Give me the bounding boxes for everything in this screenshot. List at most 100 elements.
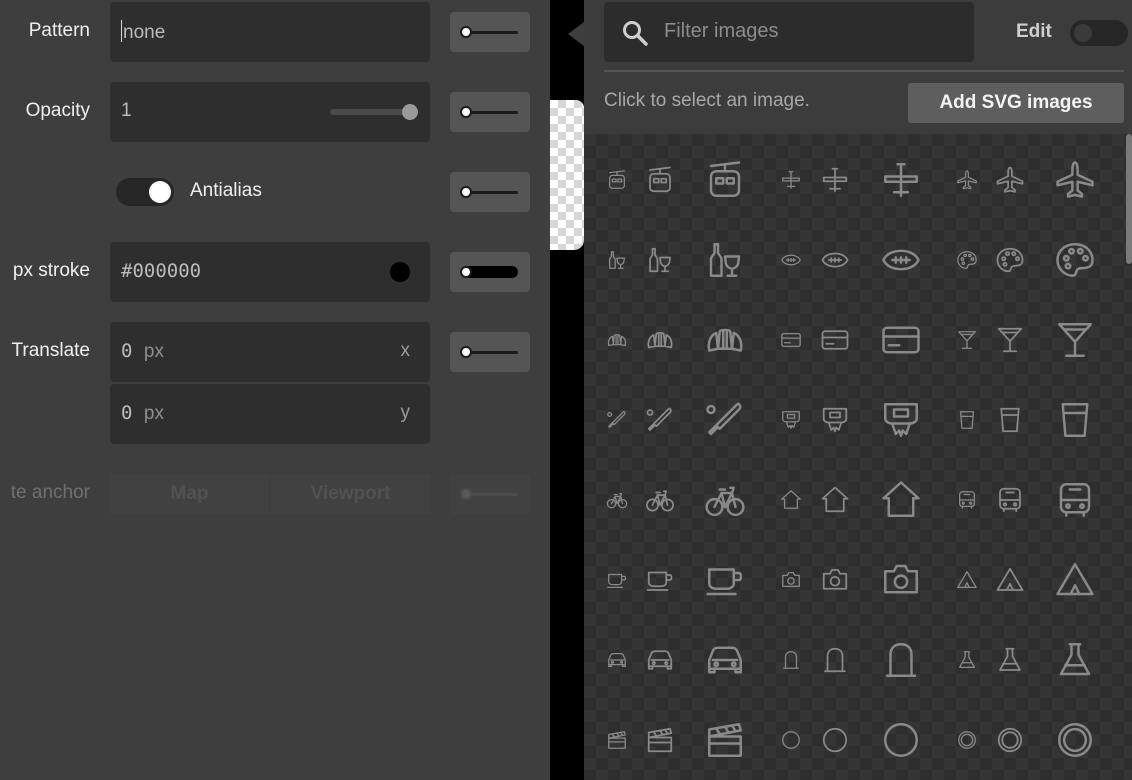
opacity-slider-thumb[interactable] [402, 104, 418, 120]
cafe-icon[interactable] [606, 569, 628, 591]
aerialway-icon[interactable] [645, 165, 675, 195]
pattern-input[interactable]: none [110, 2, 430, 62]
opacity-slider[interactable] [330, 104, 418, 120]
circle-icon[interactable] [880, 719, 922, 761]
pattern-function-toggle[interactable] [450, 12, 530, 52]
beer-icon[interactable] [1054, 399, 1096, 441]
basketball-icon[interactable] [820, 405, 850, 435]
building-icon[interactable] [780, 489, 802, 511]
american-football-icon[interactable] [880, 239, 922, 281]
basketball-icon[interactable] [780, 409, 802, 431]
airport-icon[interactable] [1054, 159, 1096, 201]
bakery-icon[interactable] [704, 319, 746, 361]
cemetery-icon[interactable] [780, 649, 802, 671]
airfield-icon[interactable] [820, 165, 850, 195]
airfield-icon[interactable] [880, 159, 922, 201]
chemist-icon[interactable] [995, 645, 1025, 675]
edit-toggle[interactable] [1070, 20, 1128, 46]
bank-icon[interactable] [880, 319, 922, 361]
bicycle-icon[interactable] [645, 485, 675, 515]
anchor-map-button[interactable]: Map [110, 474, 269, 514]
cafe-icon[interactable] [645, 565, 675, 595]
art-gallery-icon[interactable] [995, 245, 1025, 275]
chemist-icon[interactable] [956, 649, 978, 671]
airport-icon[interactable] [995, 165, 1025, 195]
bar-icon[interactable] [995, 325, 1025, 355]
stroke-function-toggle[interactable] [450, 252, 530, 292]
art-gallery-icon[interactable] [956, 249, 978, 271]
aerialway-icon[interactable] [606, 169, 628, 191]
cinema-icon[interactable] [606, 729, 628, 751]
car-icon[interactable] [645, 645, 675, 675]
antialias-toggle[interactable] [116, 178, 174, 206]
stroke-color-value: #000000 [121, 260, 202, 282]
antialias-function-toggle[interactable] [450, 172, 530, 212]
campsite-icon[interactable] [1054, 559, 1096, 601]
beer-icon[interactable] [995, 405, 1025, 435]
bank-icon[interactable] [820, 325, 850, 355]
chemist-icon[interactable] [1054, 639, 1096, 681]
edit-toggle-knob [1074, 24, 1092, 42]
bar-icon[interactable] [1054, 319, 1096, 361]
translate-function-toggle[interactable] [450, 332, 530, 372]
campsite-icon[interactable] [956, 569, 978, 591]
bar-icon[interactable] [956, 329, 978, 351]
bus-icon[interactable] [956, 489, 978, 511]
circle-stroked-icon[interactable] [995, 725, 1025, 755]
stroke-color-input[interactable]: #000000 [110, 242, 430, 302]
basketball-icon[interactable] [880, 399, 922, 441]
opacity-input[interactable]: 1 [110, 82, 430, 142]
campsite-icon[interactable] [995, 565, 1025, 595]
baseball-icon[interactable] [606, 409, 628, 431]
airfield-icon[interactable] [780, 169, 802, 191]
camera-icon[interactable] [780, 569, 802, 591]
aerialway-icon[interactable] [704, 159, 746, 201]
baseball-icon[interactable] [645, 405, 675, 435]
building-icon[interactable] [880, 479, 922, 521]
bicycle-icon[interactable] [704, 479, 746, 521]
bus-icon[interactable] [995, 485, 1025, 515]
airport-icon[interactable] [956, 169, 978, 191]
bakery-icon[interactable] [645, 325, 675, 355]
camera-icon[interactable] [820, 565, 850, 595]
opacity-function-toggle[interactable] [450, 92, 530, 132]
beer-icon[interactable] [956, 409, 978, 431]
filter-images-input[interactable]: Filter images [604, 2, 974, 62]
anchor-function-toggle[interactable] [450, 474, 530, 514]
bakery-icon[interactable] [606, 329, 628, 351]
circle-icon[interactable] [820, 725, 850, 755]
cemetery-icon[interactable] [820, 645, 850, 675]
cinema-icon[interactable] [645, 725, 675, 755]
car-icon[interactable] [704, 639, 746, 681]
antialias-toggle-knob [149, 181, 171, 203]
circle-stroked-icon[interactable] [1054, 719, 1096, 761]
american-football-icon[interactable] [820, 245, 850, 275]
alcohol-shop-icon[interactable] [704, 239, 746, 281]
anchor-viewport-button[interactable]: Viewport [271, 474, 430, 514]
building-icon[interactable] [820, 485, 850, 515]
cafe-icon[interactable] [704, 559, 746, 601]
color-swatch[interactable] [390, 262, 410, 282]
translate-x-input[interactable]: 0 px x [110, 322, 430, 382]
translate-y-input[interactable]: 0 px y [110, 384, 430, 444]
american-football-icon[interactable] [780, 249, 802, 271]
circle-icon[interactable] [780, 729, 802, 751]
camera-icon[interactable] [880, 559, 922, 601]
pattern-value: none [123, 22, 166, 43]
cinema-icon[interactable] [704, 719, 746, 761]
car-icon[interactable] [606, 649, 628, 671]
bank-icon[interactable] [780, 329, 802, 351]
art-gallery-icon[interactable] [1054, 239, 1096, 281]
opacity-toggle-knob [460, 106, 472, 118]
stroke-toggle-knob [460, 266, 472, 278]
alcohol-shop-icon[interactable] [645, 245, 675, 275]
alcohol-shop-icon[interactable] [606, 249, 628, 271]
baseball-icon[interactable] [704, 399, 746, 441]
bicycle-icon[interactable] [606, 489, 628, 511]
cemetery-icon[interactable] [880, 639, 922, 681]
icon-grid [584, 134, 1132, 780]
scrollbar-thumb[interactable] [1126, 134, 1132, 264]
circle-stroked-icon[interactable] [956, 729, 978, 751]
bus-icon[interactable] [1054, 479, 1096, 521]
add-svg-images-button[interactable]: Add SVG images [908, 83, 1124, 123]
